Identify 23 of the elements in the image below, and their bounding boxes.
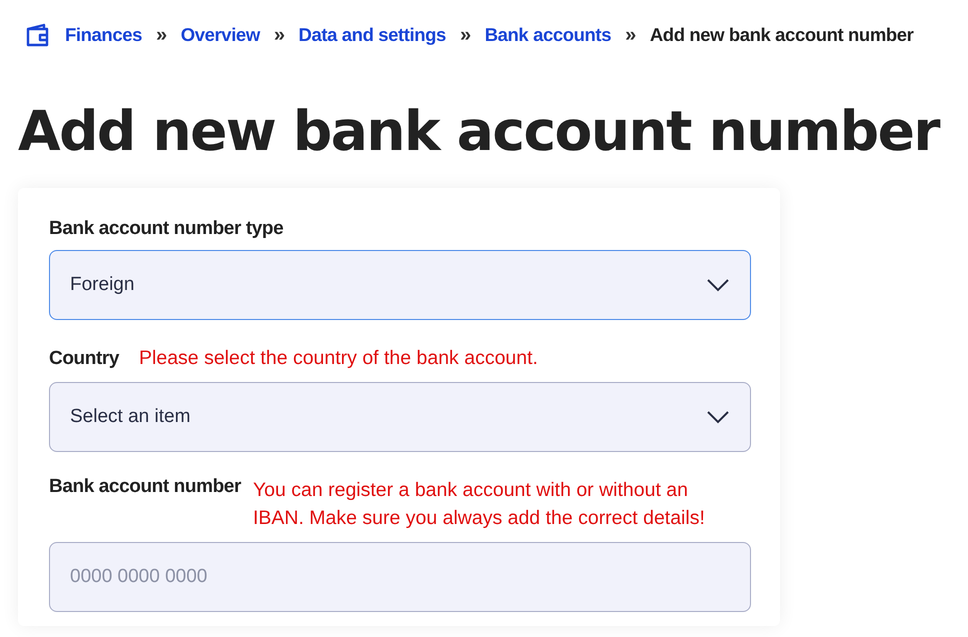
field-label: Bank account number <box>49 476 241 498</box>
breadcrumb-separator: » <box>156 24 167 46</box>
chevron-down-icon <box>706 410 730 424</box>
field-label: Country <box>49 348 120 370</box>
dropdown-value: Foreign <box>70 274 134 296</box>
breadcrumb-link[interactable]: Data and settings <box>298 24 446 46</box>
input-field[interactable]: 0000 0000 0000 <box>49 542 751 612</box>
wallet-icon <box>25 23 51 47</box>
dropdown-placeholder: Select an item <box>70 406 190 428</box>
field-label: Bank account number type <box>49 218 284 240</box>
breadcrumb-link[interactable]: Bank accounts <box>484 24 612 46</box>
dropdown-field[interactable]: Foreign <box>49 250 751 320</box>
breadcrumb-separator: » <box>274 24 285 46</box>
chevron-down-icon <box>706 278 730 292</box>
dropdown-field[interactable]: Select an item <box>49 382 751 452</box>
breadcrumb-link[interactable]: Overview <box>180 24 260 46</box>
breadcrumb-separator: » <box>625 24 636 46</box>
help-annotation: Please select the country of the bank account. <box>139 346 538 371</box>
breadcrumb-current: Add new bank account number <box>650 24 914 46</box>
page-title: Add new bank account number <box>18 98 941 164</box>
breadcrumb-separator: » <box>460 24 471 46</box>
breadcrumb-link[interactable]: Finances <box>65 24 142 46</box>
help-annotation: You can register a bank account with or without an IBAN. Make sure you always add the correct details! <box>252 478 706 531</box>
